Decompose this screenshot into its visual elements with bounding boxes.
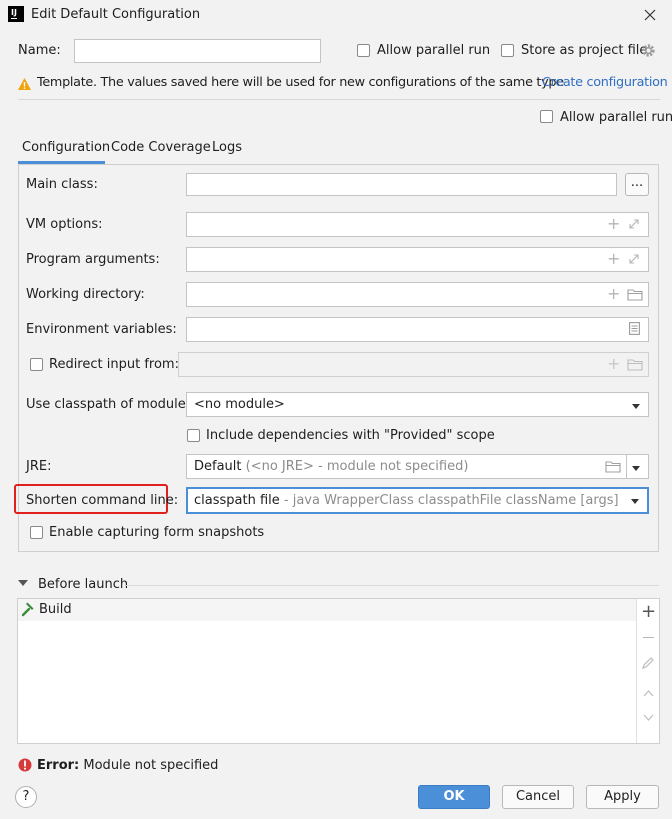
error-prefix: Error: [37,758,80,773]
create-configuration-link[interactable]: Create configuration [542,75,668,90]
gear-icon[interactable] [641,43,656,58]
remove-icon[interactable] [643,637,654,638]
app-badge: IJ [11,8,17,17]
program-arguments-label: Program arguments: [26,252,160,267]
capture-snapshots-label: Enable capturing form snapshots [49,525,265,540]
cancel-button[interactable]: Cancel [502,785,574,809]
capture-snapshots-checkbox[interactable] [30,526,43,539]
working-directory-label: Working directory: [26,287,145,302]
close-icon [644,9,656,21]
allow-parallel-run-checkbox[interactable] [357,44,370,57]
warning-icon [17,77,32,91]
move-down-icon[interactable] [643,711,654,726]
environment-variables-input[interactable] [186,317,649,342]
environment-variables-label: Environment variables: [26,322,177,337]
chevron-down-icon [631,499,639,504]
jre-label: JRE: [26,459,52,474]
working-directory-input[interactable] [186,282,649,307]
divider [126,585,659,586]
collapse-icon[interactable] [18,580,28,586]
help-button[interactable]: ? [15,786,37,808]
store-as-project-file-label: Store as project file [521,43,648,58]
template-warning-text: Template. The values saved here will be … [37,75,564,90]
vm-options-label: VM options: [26,217,103,232]
app-icon: IJ [8,6,24,22]
allow-parallel-run-label: Allow parallel run [377,43,491,58]
before-launch-title: Before launch [38,577,129,592]
chevron-down-icon [632,404,640,409]
plus-icon[interactable]: + [607,286,620,302]
jre-combo[interactable]: Default (<no JRE> - module not specified… [186,454,649,479]
main-class-browse-button[interactable]: ... [625,173,649,196]
redirect-input-field[interactable] [178,352,649,377]
name-label: Name: [18,43,61,58]
vm-options-input[interactable] [186,212,649,237]
classpath-module-label: Use classpath of module: [26,397,191,412]
error-message: Error: Module not specified [37,758,218,773]
error-text: Module not specified [83,758,219,773]
window-title: Edit Default Configuration [31,7,201,22]
include-dependencies-checkbox[interactable] [187,429,200,442]
plus-icon[interactable]: + [607,356,620,372]
close-button[interactable] [640,5,660,25]
shorten-value: classpath file [194,493,280,508]
redirect-input-label: Redirect input from: [49,357,179,372]
shorten-hint: - java WrapperClass classpathFile classN… [283,493,619,508]
plus-icon[interactable]: + [607,216,620,232]
folder-icon[interactable] [627,288,643,305]
plus-icon[interactable]: + [607,251,620,267]
chevron-down-icon [632,466,640,471]
document-icon[interactable] [629,322,640,339]
divider [18,99,660,100]
expand-icon[interactable] [628,253,640,269]
name-input[interactable] [74,39,321,63]
main-class-input[interactable] [186,173,617,196]
jre-value: Default [194,459,242,474]
add-icon[interactable]: + [641,603,656,621]
tab-code-coverage[interactable]: Code Coverage [111,139,211,165]
store-as-project-file-checkbox[interactable] [501,44,514,57]
expand-icon[interactable] [628,218,640,234]
shorten-command-line-combo[interactable]: classpath file - java WrapperClass class… [186,487,649,514]
redirect-input-checkbox[interactable] [30,358,43,371]
main-class-label: Main class: [26,177,98,192]
list-item[interactable]: Build [18,599,636,621]
shorten-command-line-label: Shorten command line: [26,493,179,508]
list-item-label: Build [39,602,72,617]
list-toolbar [636,599,637,743]
move-up-icon[interactable] [643,686,654,701]
jre-hint: (<no JRE> - module not specified) [245,459,469,474]
apply-button[interactable]: Apply [586,785,659,809]
allow-parallel-run-checkbox-secondary[interactable] [540,110,553,123]
edit-icon[interactable] [641,656,655,674]
folder-icon[interactable] [605,460,621,477]
folder-icon[interactable] [627,358,643,375]
classpath-module-combo[interactable]: <no module> [186,392,649,417]
hammer-icon [20,602,35,621]
include-dependencies-label: Include dependencies with "Provided" sco… [206,428,495,443]
ok-button[interactable]: OK [418,785,490,809]
tab-logs[interactable]: Logs [212,139,242,165]
allow-parallel-run-label-secondary: Allow parallel run [560,110,672,125]
error-icon [18,757,32,777]
program-arguments-input[interactable] [186,247,649,272]
